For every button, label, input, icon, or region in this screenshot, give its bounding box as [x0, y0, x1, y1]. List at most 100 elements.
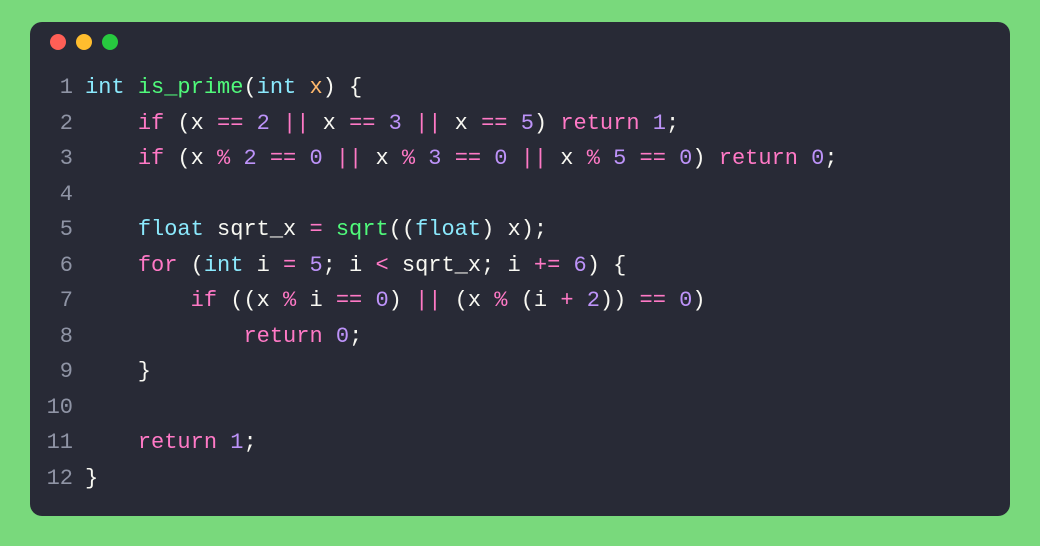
token: sqrt_x; i	[389, 253, 534, 278]
token	[296, 253, 309, 278]
token: return	[719, 146, 798, 171]
token: ;	[824, 146, 837, 171]
token	[296, 146, 309, 171]
code-content	[85, 177, 1010, 213]
code-content: }	[85, 461, 1010, 497]
token: x	[309, 111, 349, 136]
token	[85, 324, 243, 349]
code-line: 2 if (x == 2 || x == 3 || x == 5) return…	[30, 106, 1010, 142]
token: i	[296, 288, 336, 313]
token	[441, 146, 454, 171]
token: return	[243, 324, 322, 349]
maximize-icon[interactable]	[102, 34, 118, 50]
token	[508, 111, 521, 136]
code-line: 3 if (x % 2 == 0 || x % 3 == 0 || x % 5 …	[30, 141, 1010, 177]
token: ) {	[587, 253, 627, 278]
token	[375, 111, 388, 136]
code-line: 1int is_prime(int x) {	[30, 70, 1010, 106]
close-icon[interactable]	[50, 34, 66, 50]
token: %	[587, 146, 600, 171]
token: 0	[494, 146, 507, 171]
token: (x	[164, 111, 217, 136]
token: ||	[283, 111, 309, 136]
token	[230, 146, 243, 171]
token: if	[191, 288, 217, 313]
token	[640, 111, 653, 136]
token: sqrt	[336, 217, 389, 242]
token	[323, 324, 336, 349]
token: }	[85, 359, 151, 384]
token: float	[415, 217, 481, 242]
token	[481, 146, 494, 171]
token: 2	[257, 111, 270, 136]
token: ;	[243, 430, 256, 455]
token: ; i	[323, 253, 376, 278]
token: 1	[230, 430, 243, 455]
code-line: 11 return 1;	[30, 425, 1010, 461]
token: 1	[653, 111, 666, 136]
minimize-icon[interactable]	[76, 34, 92, 50]
token: x	[441, 111, 481, 136]
token	[125, 75, 138, 100]
token: if	[138, 111, 164, 136]
token	[217, 430, 230, 455]
token: i	[243, 253, 283, 278]
token	[666, 288, 679, 313]
code-content: return 0;	[85, 319, 1010, 355]
token: ==	[640, 146, 666, 171]
token: 3	[428, 146, 441, 171]
token: sqrt_x	[204, 217, 310, 242]
token: float	[138, 217, 204, 242]
token: for	[138, 253, 178, 278]
token	[574, 288, 587, 313]
token: (x	[441, 288, 494, 313]
token: 0	[336, 324, 349, 349]
token: <	[375, 253, 388, 278]
token: int	[85, 75, 125, 100]
token: }	[85, 466, 98, 491]
token	[257, 146, 270, 171]
token: ;	[349, 324, 362, 349]
token: +	[560, 288, 573, 313]
line-number: 11	[30, 425, 85, 461]
token	[323, 146, 336, 171]
token: 6	[574, 253, 587, 278]
code-content: return 1;	[85, 425, 1010, 461]
token: )	[692, 288, 705, 313]
code-content: if (x % 2 == 0 || x % 3 == 0 || x % 5 ==…	[85, 141, 1010, 177]
code-line: 9 }	[30, 354, 1010, 390]
token: 5	[613, 146, 626, 171]
token: =	[283, 253, 296, 278]
token: 2	[587, 288, 600, 313]
token	[560, 253, 573, 278]
token: %	[402, 146, 415, 171]
token: ((	[389, 217, 415, 242]
code-content	[85, 390, 1010, 426]
token: ==	[640, 288, 666, 313]
token: 0	[679, 288, 692, 313]
token: ==	[481, 111, 507, 136]
token: 3	[389, 111, 402, 136]
token: %	[283, 288, 296, 313]
token: 0	[679, 146, 692, 171]
code-line: 7 if ((x % i == 0) || (x % (i + 2)) == 0…	[30, 283, 1010, 319]
token	[600, 146, 613, 171]
token	[402, 111, 415, 136]
token: is_prime	[138, 75, 244, 100]
line-number: 3	[30, 141, 85, 177]
token: )	[389, 288, 415, 313]
token: ==	[336, 288, 362, 313]
token: if	[138, 146, 164, 171]
code-editor[interactable]: 1int is_prime(int x) {2 if (x == 2 || x …	[30, 62, 1010, 516]
token: (	[243, 75, 256, 100]
line-number: 4	[30, 177, 85, 213]
token	[415, 146, 428, 171]
token: )	[692, 146, 718, 171]
token	[243, 111, 256, 136]
code-content: }	[85, 354, 1010, 390]
token: ==	[270, 146, 296, 171]
token: int	[257, 75, 297, 100]
token: ==	[455, 146, 481, 171]
token: ==	[217, 111, 243, 136]
code-content: int is_prime(int x) {	[85, 70, 1010, 106]
